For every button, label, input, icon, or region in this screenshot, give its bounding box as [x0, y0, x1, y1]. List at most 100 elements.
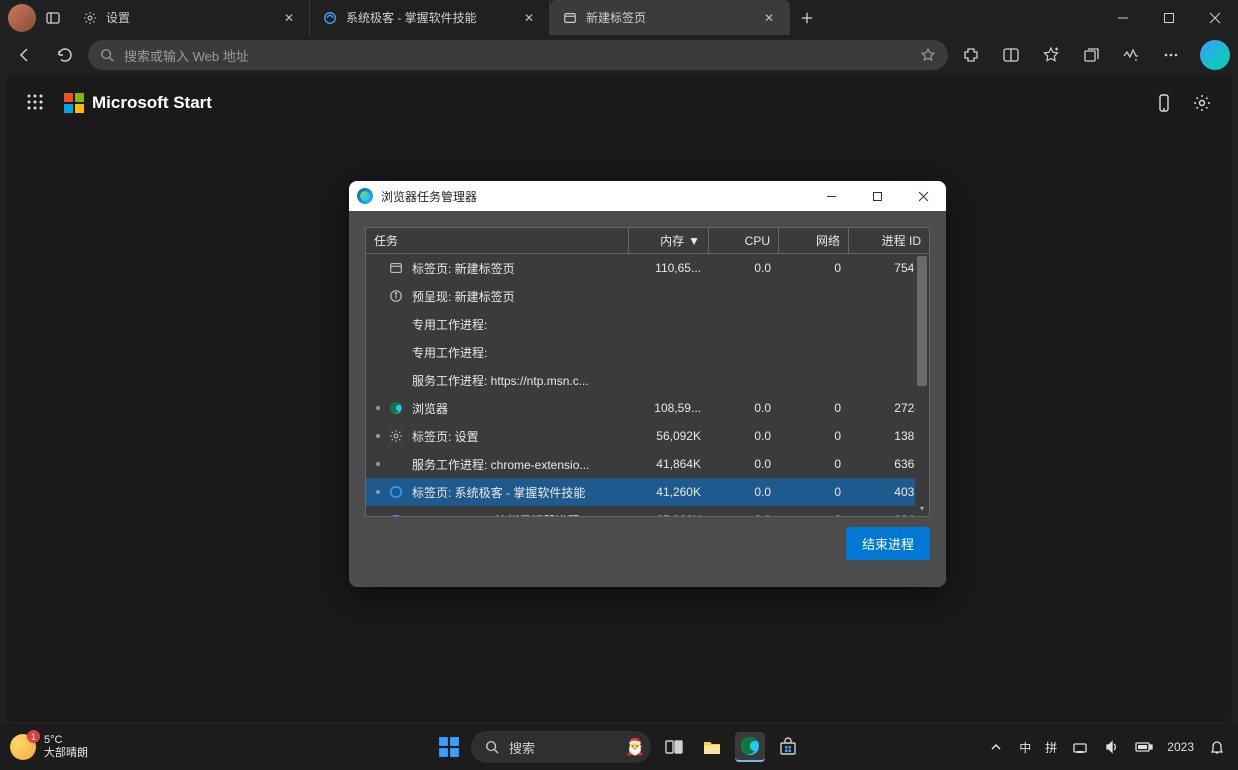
favorite-icon[interactable]: [920, 47, 936, 63]
col-pid[interactable]: 进程 ID: [849, 228, 929, 253]
tab-label: 系统极客 - 掌握软件技能: [346, 9, 521, 26]
network-icon[interactable]: [1071, 738, 1089, 756]
refresh-button[interactable]: [48, 38, 82, 72]
cell-memory: 108,59...: [629, 401, 709, 415]
more-button[interactable]: [1154, 38, 1188, 72]
task-name: 服务工作进程: chrome-extensio...: [412, 456, 589, 473]
ime-mode[interactable]: 拼: [1045, 739, 1057, 756]
close-icon[interactable]: ✕: [521, 10, 537, 26]
table-row[interactable]: 标签页: 设置56,092K0.001388: [366, 422, 929, 450]
table-row[interactable]: 专用工作进程:: [366, 310, 929, 338]
dialog-titlebar[interactable]: 浏览器任务管理器: [349, 181, 946, 211]
ime-lang[interactable]: 中: [1019, 739, 1031, 756]
address-placeholder: 搜索或输入 Web 地址: [124, 46, 249, 65]
table-row[interactable]: 服务工作进程: https://ntp.msn.c...: [366, 366, 929, 394]
file-explorer-button[interactable]: [697, 732, 727, 762]
ntp-header: Microsoft Start: [6, 75, 1232, 131]
row-icon: [388, 372, 404, 388]
back-button[interactable]: [8, 38, 42, 72]
cell-memory: 41,260K: [629, 485, 709, 499]
task-name: 专用工作进程:: [412, 344, 487, 361]
dialog-close-button[interactable]: [900, 181, 946, 211]
cell-network: 0: [779, 485, 849, 499]
edge-taskbar-button[interactable]: [735, 732, 765, 762]
battery-icon[interactable]: [1135, 738, 1153, 756]
extensions-button[interactable]: [954, 38, 988, 72]
taskbar-search[interactable]: 搜索 🎅: [471, 731, 651, 763]
tab-newtab[interactable]: 新建标签页 ✕: [550, 0, 790, 35]
favorites-button[interactable]: [1034, 38, 1068, 72]
task-table: 任务 内存▼ CPU 网络 进程 ID 标签页: 新建标签页110,65...0…: [365, 227, 930, 517]
copilot-button[interactable]: [1200, 40, 1230, 70]
performance-button[interactable]: [1114, 38, 1148, 72]
tray-chevron-icon[interactable]: [987, 738, 1005, 756]
notifications-icon[interactable]: [1208, 738, 1226, 756]
row-icon: [388, 484, 404, 500]
col-task[interactable]: 任务: [366, 228, 629, 253]
store-button[interactable]: [773, 732, 803, 762]
scrollbar[interactable]: ▾: [915, 254, 929, 516]
split-screen-button[interactable]: [994, 38, 1028, 72]
row-icon: [388, 288, 404, 304]
tab-sysgeek[interactable]: 系统极客 - 掌握软件技能 ✕: [310, 0, 550, 35]
table-row[interactable]: 专用工作进程:: [366, 338, 929, 366]
table-row[interactable]: Microsoft Edge 边栏目视器进程:25,226K0.000848: [366, 506, 929, 516]
address-bar[interactable]: 搜索或输入 Web 地址: [88, 40, 948, 70]
dialog-minimize-button[interactable]: [808, 181, 854, 211]
seasonal-icon: 🎅: [625, 737, 645, 757]
clock-year[interactable]: 2023: [1167, 740, 1194, 754]
dialog-maximize-button[interactable]: [854, 181, 900, 211]
table-header: 任务 内存▼ CPU 网络 进程 ID: [366, 228, 929, 254]
cell-memory: 25,226K: [629, 513, 709, 516]
weather-widget[interactable]: 5°C 大部晴朗: [10, 734, 88, 760]
table-row[interactable]: 浏览器108,59...0.002724: [366, 394, 929, 422]
tab-actions-button[interactable]: [36, 1, 70, 35]
cell-memory: 110,65...: [629, 261, 709, 275]
end-process-button[interactable]: 结束进程: [846, 527, 930, 560]
task-view-button[interactable]: [659, 732, 689, 762]
collections-button[interactable]: [1074, 38, 1108, 72]
row-icon: [388, 316, 404, 332]
col-memory[interactable]: 内存▼: [629, 228, 709, 253]
table-row[interactable]: 标签页: 系统极客 - 掌握软件技能41,260K0.004032: [366, 478, 929, 506]
weather-temp: 5°C: [44, 734, 88, 747]
cell-network: 0: [779, 429, 849, 443]
cell-cpu: 0.0: [709, 261, 779, 275]
settings-icon[interactable]: [1192, 93, 1212, 113]
sort-indicator-icon: ▼: [688, 234, 700, 248]
cell-memory: 41,864K: [629, 457, 709, 471]
close-button[interactable]: [1192, 0, 1238, 35]
tab-label: 设置: [106, 9, 281, 26]
cell-network: 0: [779, 261, 849, 275]
close-icon[interactable]: ✕: [281, 10, 297, 26]
microsoft-start-logo[interactable]: Microsoft Start: [64, 93, 212, 113]
table-row[interactable]: 服务工作进程: chrome-extensio...41,864K0.00636…: [366, 450, 929, 478]
volume-icon[interactable]: [1103, 738, 1121, 756]
task-name: 浏览器: [412, 400, 448, 417]
col-cpu[interactable]: CPU: [709, 228, 779, 253]
table-row[interactable]: 预呈现: 新建标签页: [366, 282, 929, 310]
col-network[interactable]: 网络: [779, 228, 849, 253]
profile-avatar[interactable]: [8, 4, 36, 32]
row-icon: [388, 344, 404, 360]
new-tab-button[interactable]: [790, 11, 824, 25]
app-launcher-button[interactable]: [26, 93, 46, 113]
close-icon[interactable]: ✕: [761, 10, 777, 26]
cell-cpu: 0.0: [709, 485, 779, 499]
scrollbar-thumb[interactable]: [917, 256, 927, 386]
start-button[interactable]: [435, 733, 463, 761]
maximize-button[interactable]: [1146, 0, 1192, 35]
cell-cpu: 0.0: [709, 457, 779, 471]
tab-settings[interactable]: 设置 ✕: [70, 0, 310, 35]
weather-icon: [10, 734, 36, 760]
tab-label: 新建标签页: [586, 9, 761, 26]
cell-cpu: 0.0: [709, 429, 779, 443]
minimize-button[interactable]: [1100, 0, 1146, 35]
table-row[interactable]: 标签页: 新建标签页110,65...0.007548: [366, 254, 929, 282]
window-controls: [1100, 0, 1238, 35]
task-name: 预呈现: 新建标签页: [412, 288, 515, 305]
mobile-icon[interactable]: [1154, 93, 1174, 113]
cell-cpu: 0.0: [709, 401, 779, 415]
scroll-down-icon[interactable]: ▾: [917, 504, 927, 514]
cell-network: 0: [779, 401, 849, 415]
